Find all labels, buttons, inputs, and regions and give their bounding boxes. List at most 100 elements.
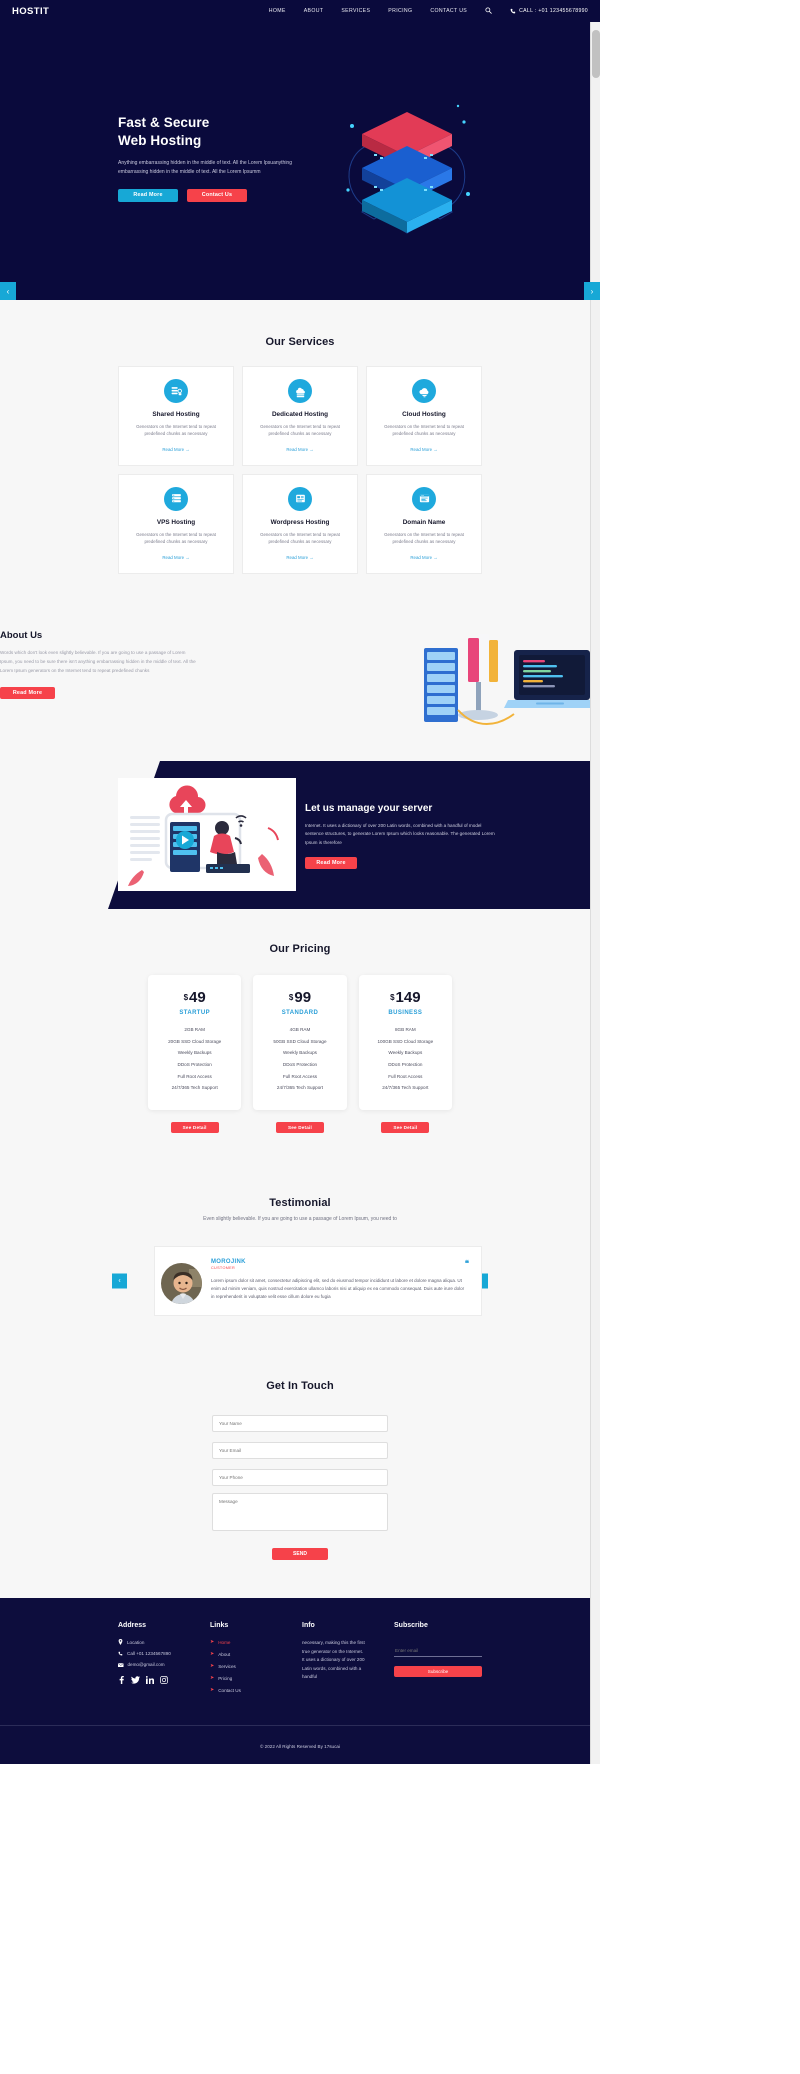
- name-input[interactable]: [212, 1415, 388, 1433]
- vps-hosting-icon: [164, 486, 188, 511]
- pricing-feature: 8GB RAM: [394, 1027, 416, 1033]
- pricing-amount: $99: [261, 989, 338, 1006]
- nav-item-about[interactable]: ABOUT: [304, 8, 324, 14]
- facebook-icon[interactable]: [118, 1676, 125, 1686]
- about-title: About Us: [0, 629, 43, 641]
- about-section: About Us Words which don't look even sli…: [0, 601, 600, 761]
- service-title: Dedicated Hosting: [271, 411, 329, 418]
- email-input[interactable]: [212, 1442, 388, 1460]
- pricing-feature: 2GB RAM: [184, 1027, 205, 1033]
- pricing-plan-name: STANDARD: [281, 1009, 319, 1016]
- testimonial-prev-button[interactable]: ‹: [112, 1273, 127, 1289]
- linkedin-icon[interactable]: [145, 1676, 155, 1686]
- service-title: Domain Name: [402, 518, 446, 526]
- service-desc: Generators on the Internet tend to repea…: [384, 531, 464, 545]
- footer-link-pricing[interactable]: ➤ Pricing: [210, 1675, 274, 1681]
- service-card-dedicated-hosting[interactable]: Dedicated Hosting Generators on the Inte…: [242, 366, 358, 466]
- manage-illustration: [118, 777, 296, 891]
- footer-link-contact-us[interactable]: ➤ Contact Us: [210, 1687, 274, 1693]
- pricing-feature: Weekly Backups: [283, 1050, 317, 1056]
- see-detail-button-standard[interactable]: See Detail: [275, 1121, 324, 1133]
- footer-link-about[interactable]: ➤ About: [210, 1651, 274, 1657]
- service-read-more-link[interactable]: Read More →: [286, 447, 313, 452]
- site-footer: Address Location Call +01 1234567890 dem…: [0, 1598, 600, 1765]
- service-read-more-link[interactable]: Read More →: [162, 447, 189, 452]
- pricing-button-row: See Detail See Detail See Detail: [148, 1121, 452, 1133]
- pricing-feature: 24/7/365 Tech Support: [276, 1085, 324, 1091]
- site-logo[interactable]: HOSTIT: [12, 6, 49, 17]
- about-illustration: [200, 630, 600, 735]
- service-card-shared-hosting[interactable]: Shared Hosting Generators on the Interne…: [118, 366, 234, 466]
- service-read-more-link[interactable]: Read More →: [410, 447, 437, 452]
- services-section: Our Services Shared Hosting Generators o…: [0, 300, 600, 602]
- search-icon[interactable]: [485, 6, 492, 16]
- page-scrollbar[interactable]: ▲ ▼: [590, 0, 600, 1765]
- see-detail-button-business[interactable]: See Detail: [381, 1121, 430, 1133]
- pricing-feature-list: 8GB RAM 100GB SSD Cloud Storage Weekly B…: [367, 1024, 444, 1094]
- pricing-feature: 4GB RAM: [289, 1027, 311, 1033]
- about-text-block: About Us Words which don't look even sli…: [0, 630, 200, 699]
- hero-read-more-button[interactable]: Read More: [118, 188, 178, 202]
- service-read-more-link[interactable]: Read More →: [410, 555, 437, 560]
- manage-read-more-button[interactable]: Read More: [305, 857, 357, 870]
- service-read-more-link[interactable]: Read More →: [162, 555, 189, 560]
- pricing-feature: 24/7/365 Tech Support: [382, 1085, 429, 1091]
- manage-paragraph: Internet. It uses a dictionary of over 2…: [305, 822, 495, 845]
- footer-info-text: necessary, making this the first true ge…: [302, 1640, 365, 1680]
- see-detail-button-startup[interactable]: See Detail: [170, 1121, 219, 1133]
- service-desc: Generators on the Internet tend to repea…: [136, 531, 216, 545]
- service-card-wordpress-hosting[interactable]: Wordpress Hosting Generators on the Inte…: [242, 473, 358, 574]
- service-card-vps-hosting[interactable]: VPS Hosting Generators on the Internet t…: [118, 473, 234, 574]
- testimonial-role: CUSTOMER: [211, 1265, 236, 1270]
- page-root: HOSTIT HOME ABOUT SERVICES PRICING CONTA…: [0, 0, 600, 1765]
- phone-input[interactable]: [212, 1469, 388, 1487]
- hero-prev-button[interactable]: ‹: [0, 282, 16, 300]
- hero-title: Fast & Secure Web Hosting: [118, 114, 600, 150]
- subscribe-email-input[interactable]: [394, 1645, 482, 1658]
- footer-email[interactable]: demo@gmail.com: [118, 1662, 182, 1667]
- service-card-domain-name[interactable]: Domain Name Generators on the Internet t…: [366, 473, 482, 574]
- pricing-card-standard: $99 STANDARD 4GB RAM 50GB SSD Cloud Stor…: [253, 974, 347, 1110]
- nav-item-services[interactable]: SERVICES: [341, 8, 370, 14]
- footer-phone[interactable]: Call +01 1234567890: [118, 1651, 182, 1656]
- testimonial-subtitle: Even slightly believable. If you are goi…: [203, 1215, 397, 1222]
- service-card-cloud-hosting[interactable]: Cloud Hosting Generators on the Internet…: [366, 366, 482, 466]
- footer-phone-label: Call +01 1234567890: [127, 1651, 171, 1657]
- footer-social-links: [118, 1676, 182, 1686]
- service-desc: Generators on the Internet tend to repea…: [260, 424, 340, 437]
- footer-location-label: Location: [127, 1639, 145, 1645]
- services-title: Our Services: [265, 336, 335, 348]
- pricing-feature: DDoS Protection: [388, 1062, 423, 1068]
- footer-location[interactable]: Location: [118, 1639, 182, 1646]
- pricing-card-startup: $49 STARTUP 2GB RAM 20GB SSD Cloud Stora…: [148, 974, 242, 1110]
- hero-next-button[interactable]: ›: [584, 282, 600, 300]
- pricing-feature: 24/7/365 Tech Support: [171, 1085, 218, 1091]
- arrow-right-icon: ➤: [210, 1687, 215, 1694]
- arrow-right-icon: ➤: [210, 1675, 215, 1682]
- message-input[interactable]: [212, 1493, 388, 1532]
- avatar: [159, 1260, 204, 1306]
- footer-link-services[interactable]: ➤ Services: [210, 1663, 274, 1669]
- service-read-more-link[interactable]: Read More →: [286, 555, 313, 560]
- pricing-title: Our Pricing: [269, 942, 331, 955]
- send-button[interactable]: SEND: [272, 1548, 328, 1561]
- pricing-value: 99: [294, 988, 312, 1006]
- footer-link-home[interactable]: ➤ Home: [210, 1639, 274, 1645]
- about-read-more-button[interactable]: Read More: [0, 686, 55, 699]
- pricing-currency: $: [288, 993, 294, 1003]
- call-info[interactable]: CALL : +01 123455678990: [510, 8, 588, 14]
- twitter-icon[interactable]: [131, 1676, 140, 1686]
- pricing-feature: DDoS Protection: [282, 1062, 318, 1068]
- subscribe-button[interactable]: Subscribe: [394, 1666, 482, 1678]
- hero-title-line2: Web Hosting: [118, 133, 202, 149]
- nav-item-contact-us[interactable]: CONTACT US: [430, 8, 467, 14]
- hero-title-line1: Fast & Secure: [118, 115, 210, 130]
- nav-item-home[interactable]: HOME: [269, 8, 286, 14]
- nav-item-pricing[interactable]: PRICING: [388, 8, 412, 14]
- instagram-icon[interactable]: [160, 1676, 168, 1686]
- cloud-hosting-icon: [412, 379, 436, 403]
- pricing-amount: $49: [156, 989, 233, 1006]
- wordpress-hosting-icon: [288, 486, 312, 511]
- manage-title: Let us manage your server: [305, 802, 433, 814]
- hero-contact-us-button[interactable]: Contact Us: [187, 188, 247, 202]
